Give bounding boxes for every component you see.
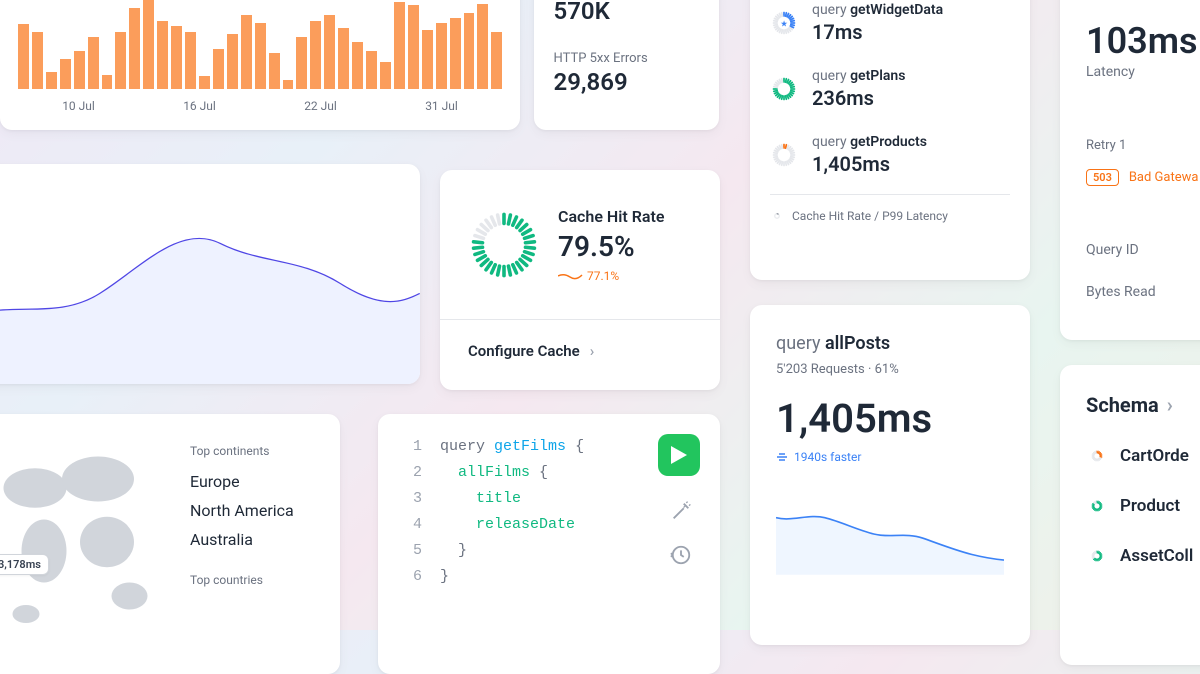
x-tick: 22 Jul bbox=[304, 99, 337, 113]
http-errors-card: HTTP 4xx Errors 570K HTTP 5xx Errors 29,… bbox=[534, 0, 719, 130]
spinner-mini-icon bbox=[770, 209, 784, 223]
latency-label: Latency bbox=[1086, 64, 1200, 80]
retry-label: Retry 1 bbox=[1086, 138, 1200, 153]
spinner-orange-icon bbox=[1086, 445, 1108, 467]
query-row[interactable]: query getProducts1,405ms bbox=[770, 122, 1010, 188]
spinner-green-icon bbox=[1086, 495, 1108, 517]
query-latency-list-card: ★ query getWidgetData17ms query getPlans… bbox=[750, 0, 1030, 280]
bars-area bbox=[18, 0, 502, 89]
top-countries-header: Top countries bbox=[190, 573, 294, 587]
code-line[interactable]: 5} bbox=[398, 538, 700, 564]
speed-icon bbox=[776, 451, 788, 463]
code-line[interactable]: 2allFilms { bbox=[398, 460, 700, 486]
spinner-green-icon bbox=[770, 75, 798, 103]
chevron-right-icon: › bbox=[590, 342, 595, 360]
cache-title: Cache Hit Rate bbox=[558, 207, 665, 226]
http-5xx-value: 29,869 bbox=[554, 68, 699, 96]
code-line[interactable]: 4releaseDate bbox=[398, 512, 700, 538]
latency-map-badge: 3,178ms bbox=[0, 554, 49, 575]
geography-card: 3,178ms Top continents Europe North Amer… bbox=[0, 414, 340, 674]
schema-title[interactable]: Schema › bbox=[1086, 393, 1200, 417]
cache-gauge-icon bbox=[468, 209, 540, 281]
traffic-line-chart bbox=[0, 164, 420, 384]
bytes-read-label: Bytes Read bbox=[1086, 284, 1200, 300]
svg-text:★: ★ bbox=[780, 20, 788, 30]
continent-item[interactable]: North America bbox=[190, 501, 294, 520]
latency-value: 103ms bbox=[1086, 20, 1200, 62]
spinner-blue-icon: ★ bbox=[770, 9, 798, 37]
query-list-footer: Cache Hit Rate / P99 Latency bbox=[770, 194, 1010, 237]
status-badge: 503 bbox=[1086, 169, 1119, 186]
status-text: Bad Gatewa bbox=[1129, 170, 1199, 185]
spinner-green-icon bbox=[1086, 545, 1108, 567]
http-5xx-label: HTTP 5xx Errors bbox=[554, 51, 699, 66]
configure-cache-button[interactable]: Configure Cache › bbox=[440, 320, 720, 382]
query-id-label: Query ID bbox=[1086, 242, 1200, 258]
x-tick: 16 Jul bbox=[183, 99, 216, 113]
code-line[interactable]: 3title bbox=[398, 486, 700, 512]
query-editor-card: 1query getFilms { 2allFilms { 3title 4re… bbox=[378, 414, 720, 674]
x-tick: 10 Jul bbox=[62, 99, 95, 113]
code-line[interactable]: 6} bbox=[398, 564, 700, 590]
all-posts-faster: 1940s faster bbox=[776, 450, 1004, 464]
latency-detail-card: 103ms Latency Retry 1 503 Bad Gatewa Que… bbox=[1060, 0, 1200, 340]
x-axis-labels: 10 Jul 16 Jul 22 Jul 31 Jul bbox=[18, 99, 502, 113]
run-query-button[interactable] bbox=[658, 434, 700, 476]
all-posts-card: query allPosts 5'203 Requests · 61% 1,40… bbox=[750, 305, 1030, 645]
query-row[interactable]: query getPlans236ms bbox=[770, 56, 1010, 122]
cache-hit-rate-card: Cache Hit Rate 79.5% 77.1% Configure Cac… bbox=[440, 170, 720, 390]
spinner-orange-icon bbox=[770, 141, 798, 169]
schema-item[interactable]: CartOrde bbox=[1086, 445, 1200, 467]
schema-item[interactable]: AssetColl bbox=[1086, 545, 1200, 567]
all-posts-latency: 1,405ms bbox=[776, 395, 1004, 442]
cache-percent: 79.5% bbox=[558, 230, 665, 263]
schema-item[interactable]: Product bbox=[1086, 495, 1200, 517]
query-row[interactable]: ★ query getWidgetData17ms bbox=[770, 0, 1010, 56]
all-posts-sparkline bbox=[776, 484, 1004, 584]
continent-item[interactable]: Europe bbox=[190, 472, 294, 491]
requests-bar-chart: 10 Jul 16 Jul 22 Jul 31 Jul bbox=[0, 0, 520, 130]
http-4xx-value: 570K bbox=[554, 0, 699, 25]
cache-delta: 77.1% bbox=[558, 269, 665, 283]
schema-card: Schema › CartOrde Product AssetColl bbox=[1060, 365, 1200, 665]
chevron-right-icon: › bbox=[1167, 393, 1173, 417]
x-tick: 31 Jul bbox=[425, 99, 458, 113]
all-posts-title: query allPosts bbox=[776, 333, 1004, 354]
code-line[interactable]: 1query getFilms { bbox=[398, 434, 700, 460]
all-posts-subtitle: 5'203 Requests · 61% bbox=[776, 362, 1004, 377]
top-continents-header: Top continents bbox=[190, 444, 294, 458]
history-icon[interactable] bbox=[670, 544, 692, 566]
magic-wand-icon[interactable] bbox=[670, 500, 692, 522]
continent-item[interactable]: Australia bbox=[190, 530, 294, 549]
world-map: 3,178ms bbox=[0, 414, 180, 674]
